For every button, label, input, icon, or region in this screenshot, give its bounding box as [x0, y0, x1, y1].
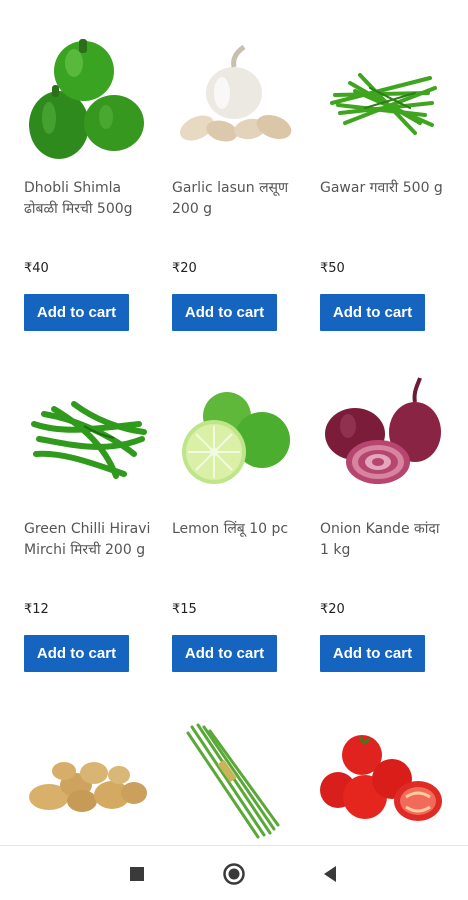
product-card: Lemon लिंबू 10 pc ₹15 Add to cart: [172, 374, 312, 674]
potato-icon[interactable]: [24, 715, 149, 845]
product-name[interactable]: Lemon लिंबू 10 pc: [172, 519, 300, 540]
onion-icon[interactable]: [320, 374, 445, 504]
recents-square-icon[interactable]: [123, 860, 151, 888]
tomato-icon[interactable]: [320, 715, 445, 845]
product-price: ₹20: [172, 261, 197, 276]
product-price: ₹15: [172, 602, 197, 617]
lemon-icon[interactable]: [172, 374, 297, 504]
product-grid: Dhobli Shimla ढोबळी मिरची 500g ₹40 Add t…: [0, 0, 468, 845]
add-to-cart-button[interactable]: Add to cart: [24, 635, 129, 672]
product-card: [172, 715, 312, 845]
product-price: ₹12: [24, 602, 49, 617]
product-card: [320, 715, 460, 845]
system-navigation-bar: [0, 845, 468, 900]
add-to-cart-button[interactable]: Add to cart: [172, 294, 277, 331]
add-to-cart-button[interactable]: Add to cart: [320, 635, 425, 672]
product-name[interactable]: Dhobli Shimla ढोबळी मिरची 500g: [24, 178, 152, 220]
product-name[interactable]: Garlic lasun लसूण 200 g: [172, 178, 300, 220]
product-name[interactable]: Gawar गवारी 500 g: [320, 178, 448, 199]
product-price: ₹20: [320, 602, 345, 617]
product-card: Green Chilli Hiravi Mirchi मिरची 200 g ₹…: [24, 374, 164, 674]
back-triangle-icon[interactable]: [316, 860, 344, 888]
product-card: Dhobli Shimla ढोबळी मिरची 500g ₹40 Add t…: [24, 33, 164, 333]
product-card: Onion Kande कांदा 1 kg ₹20 Add to cart: [320, 374, 460, 674]
product-card: Garlic lasun लसूण 200 g ₹20 Add to cart: [172, 33, 312, 333]
garlic-icon[interactable]: [172, 33, 297, 163]
product-card: Gawar गवारी 500 g ₹50 Add to cart: [320, 33, 460, 333]
bell-pepper-icon[interactable]: [24, 33, 149, 163]
green-chilli-icon[interactable]: [24, 374, 149, 504]
home-circle-icon[interactable]: [220, 860, 248, 888]
product-name[interactable]: Onion Kande कांदा 1 kg: [320, 519, 448, 561]
product-price: ₹40: [24, 261, 49, 276]
product-price: ₹50: [320, 261, 345, 276]
spring-onion-icon[interactable]: [172, 715, 297, 845]
cluster-beans-icon[interactable]: [320, 33, 445, 163]
product-name[interactable]: Green Chilli Hiravi Mirchi मिरची 200 g: [24, 519, 152, 561]
add-to-cart-button[interactable]: Add to cart: [320, 294, 425, 331]
product-card: [24, 715, 164, 845]
add-to-cart-button[interactable]: Add to cart: [24, 294, 129, 331]
add-to-cart-button[interactable]: Add to cart: [172, 635, 277, 672]
